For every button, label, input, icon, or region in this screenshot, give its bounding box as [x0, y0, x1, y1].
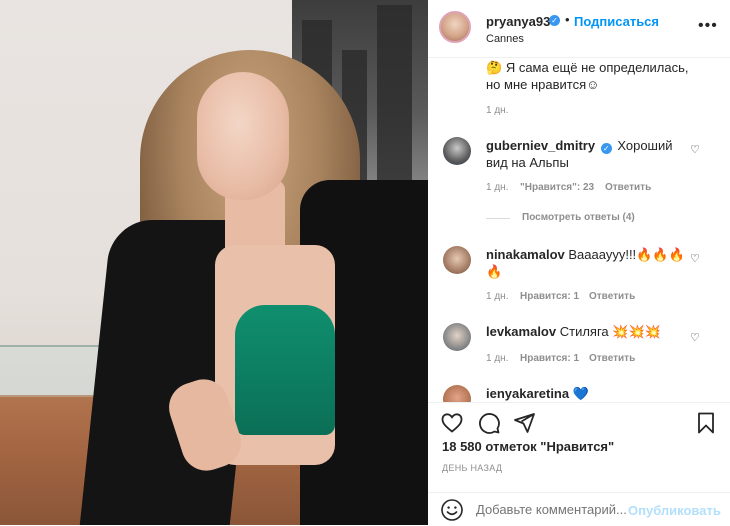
commenter-avatar[interactable]	[443, 137, 471, 165]
person-face	[197, 72, 289, 200]
verified-badge-icon: ✓	[549, 15, 560, 26]
comment-text: ninakamalov Вааааууу!!!🔥🔥🔥🔥	[486, 247, 685, 279]
publish-button[interactable]: Опубликовать	[628, 503, 721, 518]
comment-icon[interactable]	[477, 411, 501, 435]
post-location[interactable]: Cannes	[486, 33, 524, 45]
commenter-avatar[interactable]	[443, 323, 471, 351]
post-header: pryanya93 ✓ • Подписаться Cannes •••	[428, 0, 730, 58]
comment-time[interactable]: 1 дн.	[486, 353, 508, 364]
commenter-avatar[interactable]	[443, 385, 471, 402]
author-avatar[interactable]	[439, 11, 471, 43]
replies-divider	[486, 218, 510, 219]
separator-dot: •	[565, 12, 570, 27]
author-username[interactable]: pryanya93	[486, 14, 550, 29]
comment-like-icon[interactable]: ♡	[690, 143, 700, 156]
comment-text: 🤔 Я сама ещё не определилась, но мне нра…	[486, 60, 689, 92]
comment-like-icon[interactable]: ♡	[690, 252, 700, 265]
reply-button[interactable]: Ответить	[589, 353, 635, 364]
smile-emoji-icon: ☺	[586, 77, 600, 92]
likes-count[interactable]: 18 580 отметок "Нравится"	[442, 439, 614, 454]
commenter-username[interactable]: levkamalov	[486, 324, 556, 339]
post-photo[interactable]	[0, 0, 428, 525]
reply-button[interactable]: Ответить	[605, 182, 651, 193]
add-comment-bar: Опубликовать	[428, 492, 730, 526]
commenter-username[interactable]: ninakamalov	[486, 247, 565, 262]
bookmark-icon[interactable]	[694, 411, 718, 435]
comments-list[interactable]: 🤔 Я сама ещё не определилась, но мне нра…	[428, 57, 730, 402]
commenter-avatar[interactable]	[443, 246, 471, 274]
comment-text: guberniev_dmitry ✓ Хороший вид на Альпы	[486, 138, 673, 170]
post-date[interactable]: ДЕНЬ НАЗАД	[442, 463, 502, 473]
commenter-username[interactable]: ienyakaretina	[486, 386, 569, 401]
commenter-username[interactable]: guberniev_dmitry	[486, 138, 595, 153]
heart-icon[interactable]	[440, 411, 464, 435]
more-options-icon[interactable]: •••	[698, 17, 718, 35]
view-replies-button[interactable]: Посмотреть ответы (4)	[522, 212, 635, 223]
verified-badge-icon: ✓	[600, 143, 612, 154]
follow-button[interactable]: Подписаться	[574, 14, 659, 29]
comment-like-icon[interactable]: ♡	[690, 331, 700, 344]
comment-text: ienyakaretina 💙	[486, 386, 589, 401]
comment-time[interactable]: 1 дн.	[486, 182, 508, 193]
comment-time[interactable]: 1 дн.	[486, 105, 508, 116]
post-side-panel: pryanya93 ✓ • Подписаться Cannes ••• 🤔 Я…	[428, 0, 730, 525]
green-top	[235, 305, 335, 435]
reply-button[interactable]: Ответить	[589, 291, 635, 302]
comment-text: levkamalov Стиляга 💥💥💥	[486, 324, 661, 339]
comment-likes[interactable]: Нравится: 1	[520, 291, 579, 302]
post-view: pryanya93 ✓ • Подписаться Cannes ••• 🤔 Я…	[0, 0, 730, 525]
emoji-picker-icon[interactable]	[440, 498, 464, 522]
comment-time[interactable]: 1 дн.	[486, 291, 508, 302]
share-icon[interactable]	[512, 411, 536, 435]
comment-likes[interactable]: Нравится: 1	[520, 353, 579, 364]
comment-likes[interactable]: "Нравится": 23	[520, 182, 594, 193]
thinking-emoji-icon: 🤔	[486, 60, 503, 75]
